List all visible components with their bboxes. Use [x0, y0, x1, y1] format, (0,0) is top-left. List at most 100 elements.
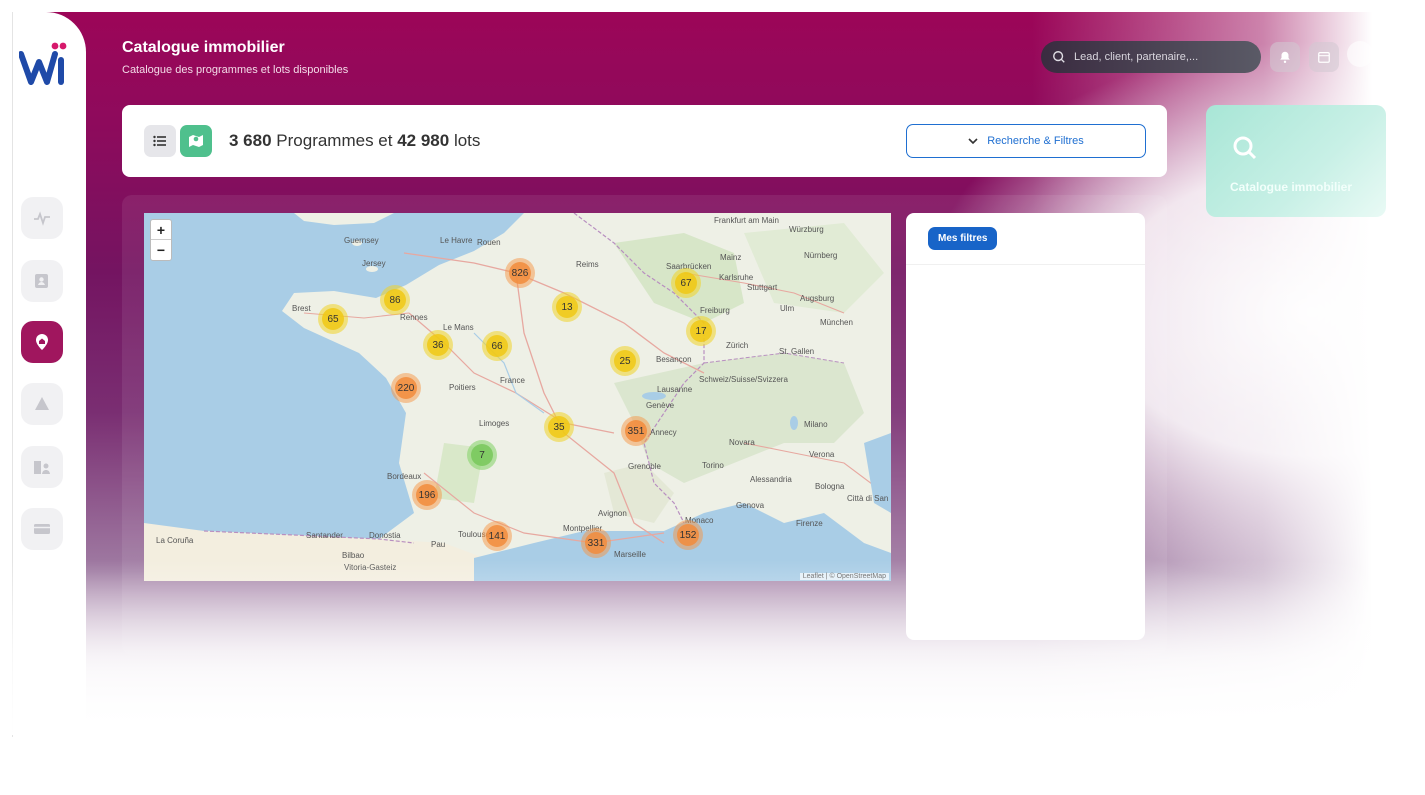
- map-cluster[interactable]: 141: [482, 521, 512, 551]
- map-label: Guernsey: [344, 236, 379, 245]
- search-filters-button[interactable]: Recherche & Filtres: [906, 124, 1146, 158]
- map-cluster[interactable]: 331: [581, 528, 611, 558]
- map-label: Torino: [702, 461, 724, 470]
- cluster-count: 220: [395, 377, 417, 399]
- page-subtitle: Catalogue des programmes et lots disponi…: [122, 64, 349, 76]
- contact-card-icon: [35, 274, 48, 288]
- map-cluster[interactable]: 65: [318, 304, 348, 334]
- search-placeholder: Lead, client, partenaire,...: [1074, 51, 1199, 63]
- programmes-map[interactable]: + − Guernsey Jersey Le Havre Rouen Reims…: [144, 213, 891, 581]
- cluster-count: 196: [416, 484, 438, 506]
- map-label: Pau: [431, 540, 446, 549]
- calendar-button[interactable]: [1309, 42, 1339, 72]
- map-label: Bordeaux: [387, 472, 422, 481]
- map-label: Zürich: [726, 341, 749, 350]
- map-label: Rouen: [477, 238, 501, 247]
- map-cluster[interactable]: 66: [482, 331, 512, 361]
- card-icon: [34, 524, 50, 534]
- lots-label: lots: [453, 131, 481, 150]
- map-label: Nürnberg: [804, 251, 838, 260]
- map-label: St. Gallen: [779, 347, 815, 356]
- map-label: Novara: [729, 438, 755, 447]
- map-label: Donostia: [369, 531, 401, 540]
- zoom-out-button[interactable]: −: [151, 240, 171, 259]
- map-cluster[interactable]: 152: [673, 520, 703, 550]
- map-cluster[interactable]: 7: [467, 440, 497, 470]
- map-label: Genève: [646, 401, 675, 410]
- filters-panel: Mes filtres: [906, 213, 1145, 640]
- catalogue-side-card[interactable]: Catalogue immobilier: [1206, 105, 1386, 217]
- map-label: La Coruña: [156, 536, 194, 545]
- notifications-button[interactable]: [1270, 42, 1300, 72]
- map-label: Ulm: [780, 304, 795, 313]
- cluster-count: 25: [614, 350, 636, 372]
- map-label: Verona: [809, 450, 835, 459]
- activity-icon: [34, 211, 50, 226]
- map-cluster[interactable]: 826: [505, 258, 535, 288]
- map-label: Karlsruhe: [719, 273, 754, 282]
- calendar-icon: [1318, 52, 1330, 63]
- map-label: Würzburg: [789, 225, 824, 234]
- map-cluster[interactable]: 25: [610, 346, 640, 376]
- map-label: München: [820, 318, 853, 327]
- map-cluster[interactable]: 86: [380, 285, 410, 315]
- map-cluster[interactable]: 220: [391, 373, 421, 403]
- map-cluster[interactable]: 17: [686, 316, 716, 346]
- cluster-count: 826: [509, 262, 531, 284]
- building-person-icon: [34, 461, 50, 474]
- map-label: Limoges: [479, 419, 510, 428]
- map-label: Stuttgart: [747, 283, 778, 292]
- map-cluster[interactable]: 36: [423, 330, 453, 360]
- map-cluster[interactable]: 13: [552, 292, 582, 322]
- bell-icon: [1280, 51, 1290, 64]
- map-label: Le Mans: [443, 323, 474, 332]
- cluster-count: 65: [322, 308, 344, 330]
- map-label: Firenze: [796, 519, 823, 528]
- cluster-count: 331: [585, 532, 607, 554]
- chevron-down-icon: [968, 138, 978, 145]
- summary-card: 3 680 Programmes et 42 980 lots Recherch…: [122, 105, 1167, 177]
- cluster-count: 13: [556, 296, 578, 318]
- map-label: Milano: [804, 420, 828, 429]
- lots-count: 42 980: [397, 131, 450, 150]
- map-label: Vitoria-Gasteiz: [344, 563, 397, 572]
- page-title: Catalogue immobilier: [122, 39, 285, 56]
- map-cluster[interactable]: 351: [621, 416, 651, 446]
- search-icon: [1233, 136, 1257, 160]
- list-view-button[interactable]: [144, 125, 176, 157]
- user-avatar[interactable]: [1347, 41, 1373, 67]
- map-label: Reims: [576, 260, 599, 269]
- cluster-count: 351: [625, 420, 647, 442]
- map-icon: [189, 135, 203, 147]
- global-search-input[interactable]: Lead, client, partenaire,...: [1041, 41, 1261, 73]
- map-label: Santander: [306, 531, 343, 540]
- cluster-count: 141: [486, 525, 508, 547]
- map-label: Brest: [292, 304, 311, 313]
- sidebar: [12, 12, 86, 737]
- map-zoom-control: + −: [150, 219, 172, 261]
- cluster-count: 7: [471, 444, 493, 466]
- nav-partners[interactable]: [21, 446, 63, 488]
- nav-billing[interactable]: [21, 508, 63, 550]
- map-label: Annecy: [650, 428, 677, 437]
- map-label: Schweiz/Suisse/Svizzera: [699, 375, 788, 384]
- nav-contacts[interactable]: [21, 260, 63, 302]
- nav-programmes[interactable]: [21, 383, 63, 425]
- panel-divider: [906, 264, 1145, 265]
- map-cluster[interactable]: 67: [671, 268, 701, 298]
- cluster-count: 86: [384, 289, 406, 311]
- app-logo[interactable]: [19, 42, 67, 86]
- map-view-button[interactable]: [180, 125, 212, 157]
- nav-dashboard[interactable]: [21, 197, 63, 239]
- map-label: Città di San Marino: [847, 494, 891, 503]
- map-label: Freiburg: [700, 306, 730, 315]
- list-icon: [153, 135, 166, 147]
- nav-catalogue[interactable]: [21, 321, 63, 363]
- zoom-in-button[interactable]: +: [151, 220, 171, 240]
- map-cluster[interactable]: 35: [544, 412, 574, 442]
- map-attribution[interactable]: Leaflet | © OpenStreetMap: [799, 573, 889, 580]
- my-filters-button[interactable]: Mes filtres: [928, 227, 998, 250]
- map-label: Frankfurt am Main: [714, 216, 779, 225]
- map-cluster[interactable]: 196: [412, 480, 442, 510]
- home-pin-icon: [36, 334, 48, 350]
